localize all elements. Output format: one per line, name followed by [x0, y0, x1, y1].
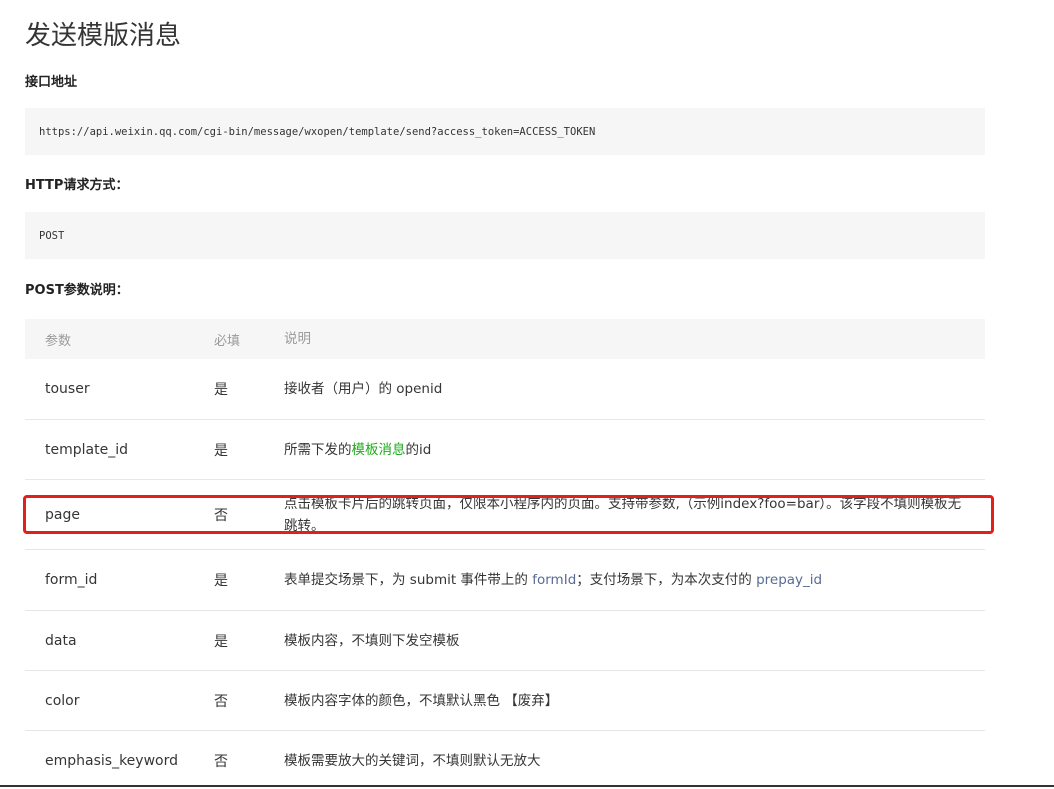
api-url-heading: 接口地址 [25, 75, 78, 90]
template-message-link[interactable]: 模板消息 [352, 442, 406, 458]
formid-link[interactable]: formId [532, 572, 576, 588]
desc-text: 表单提交场景下，为 submit 事件带上的 [284, 572, 533, 588]
http-method-heading: HTTP请求方式： [25, 178, 129, 193]
table-row-form-id: form_id 是 表单提交场景下，为 submit 事件带上的 formId；… [25, 550, 985, 611]
table-row-touser: touser 是 接收者（用户）的 openid [25, 359, 985, 420]
table-row-template-id: template_id 是 所需下发的模板消息的id [25, 420, 985, 480]
table-header: 参数 必填 说明 [25, 319, 985, 359]
header-param: 参数 [45, 333, 72, 349]
param-desc: 点击模板卡片后的跳转页面，仅限本小程序内的页面。支持带参数,（示例index?f… [284, 495, 962, 534]
desc-text: 所需下发的 [284, 441, 352, 458]
param-name: color [45, 692, 80, 709]
table-row-color: color 否 模板内容字体的颜色，不填默认黑色 【废弃】 [25, 671, 985, 731]
http-method-code-block: POST [25, 212, 985, 259]
param-desc: 模板内容，不填则下发空模板 [284, 632, 460, 649]
api-url-code-block: https://api.weixin.qq.com/cgi-bin/messag… [25, 108, 985, 155]
api-url-text: https://api.weixin.qq.com/cgi-bin/messag… [39, 125, 596, 138]
table-row-emphasis-keyword: emphasis_keyword 否 模板需要放大的关键词，不填则默认无放大 [25, 731, 985, 789]
params-table: 参数 必填 说明 touser 是 接收者（用户）的 openid templa… [25, 319, 985, 789]
header-required: 必填 [214, 333, 241, 349]
param-required: 否 [214, 754, 228, 770]
param-name: form_id [45, 572, 98, 588]
table-row-data: data 是 模板内容，不填则下发空模板 [25, 611, 985, 671]
header-desc: 说明 [284, 331, 311, 347]
param-desc: 模板内容字体的颜色，不填默认黑色 【废弃】 [284, 692, 559, 709]
desc-text: ；支付场景下，为本次支付的 [576, 572, 757, 588]
param-desc: 模板需要放大的关键词，不填则默认无放大 [284, 753, 541, 769]
table-row-page: page 否 点击模板卡片后的跳转页面，仅限本小程序内的页面。支持带参数,（示例… [25, 480, 985, 550]
param-name: page [45, 506, 80, 523]
param-name: data [45, 632, 77, 649]
param-required: 是 [214, 633, 228, 650]
param-required: 否 [214, 693, 228, 710]
post-params-heading: POST参数说明： [25, 283, 129, 298]
param-name: touser [45, 381, 90, 397]
param-desc: 接收者（用户）的 openid [284, 381, 443, 397]
param-name: template_id [45, 441, 128, 458]
param-name: emphasis_keyword [45, 753, 178, 769]
param-desc: 所需下发的模板消息的id [284, 439, 985, 461]
param-required: 是 [214, 573, 228, 589]
http-method-text: POST [39, 229, 65, 242]
bottom-divider [0, 785, 1054, 787]
param-required: 否 [214, 507, 228, 524]
param-desc: 表单提交场景下，为 submit 事件带上的 formId；支付场景下，为本次支… [284, 569, 985, 591]
page-title: 发送模版消息 [25, 21, 182, 51]
param-required: 是 [214, 442, 228, 459]
param-required: 是 [214, 382, 228, 398]
prepay-id-link[interactable]: prepay_id [756, 572, 822, 588]
desc-text: 的id [405, 441, 432, 458]
